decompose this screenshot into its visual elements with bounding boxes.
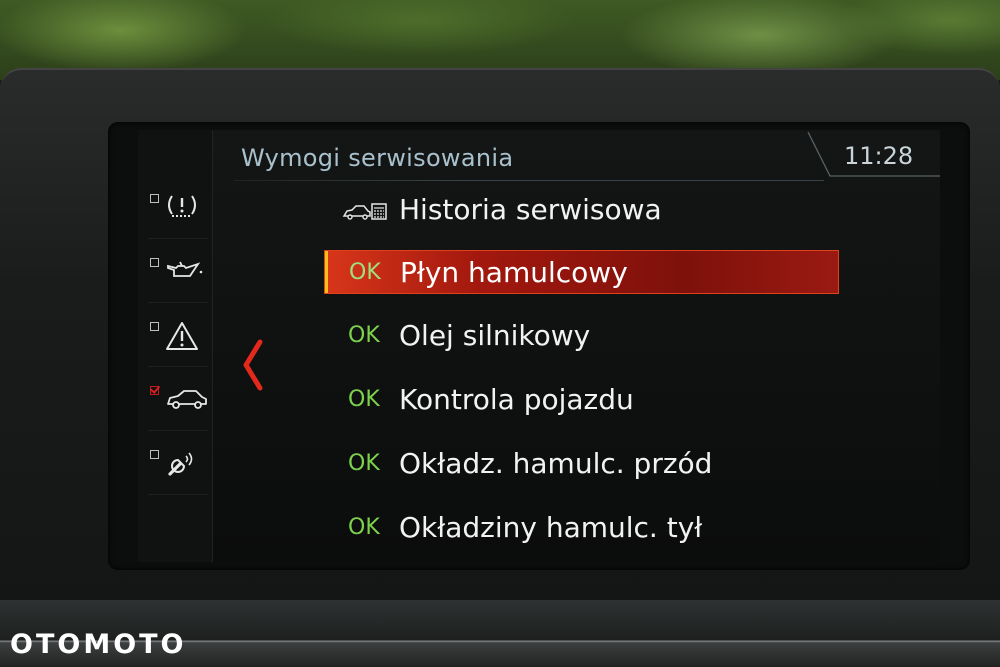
menu-item-label: Okładziny hamulc. tył bbox=[399, 511, 703, 544]
menu-item-rear-brake-pads[interactable]: OK Okładziny hamulc. tył bbox=[324, 506, 839, 550]
watermark-logo: OTOMOTO bbox=[10, 629, 187, 660]
back-chevron-icon[interactable] bbox=[238, 338, 268, 392]
sidebar-item-oil[interactable] bbox=[148, 246, 208, 303]
page-title: Wymogi serwisowania bbox=[241, 144, 514, 172]
menu-item-vehicle-check[interactable]: OK Kontrola pojazdu bbox=[324, 378, 839, 422]
menu-item-brake-fluid[interactable]: OK Płyn hamulcowy bbox=[324, 250, 839, 294]
checkbox bbox=[150, 322, 159, 331]
menu-item-label: Płyn hamulcowy bbox=[400, 256, 628, 289]
sidebar bbox=[138, 130, 213, 562]
car-icon bbox=[167, 390, 207, 409]
status-ok: OK bbox=[348, 387, 380, 412]
sidebar-item-tire-pressure[interactable] bbox=[148, 182, 208, 239]
sidebar-item-vehicle[interactable] bbox=[148, 374, 208, 431]
checkbox bbox=[150, 258, 159, 267]
status-ok: OK bbox=[348, 451, 380, 476]
status-ok: OK bbox=[349, 260, 381, 285]
menu-item-engine-oil[interactable]: OK Olej silnikowy bbox=[324, 314, 839, 358]
menu-item-label: Olej silnikowy bbox=[399, 319, 591, 352]
menu-item-front-brake-pads[interactable]: OK Okładz. hamulc. przód bbox=[324, 442, 839, 486]
wrench-remote-icon bbox=[168, 452, 193, 476]
checkbox bbox=[150, 450, 159, 459]
menu-item-label: Historia serwisowa bbox=[399, 193, 662, 226]
tire-pressure-icon bbox=[168, 195, 196, 217]
status-ok: OK bbox=[348, 323, 380, 348]
service-history-icon bbox=[342, 203, 387, 220]
sidebar-item-teleservice[interactable] bbox=[148, 438, 208, 495]
status-ok: OK bbox=[348, 515, 380, 540]
clock: 11:28 bbox=[844, 142, 914, 170]
sidebar-item-warnings[interactable] bbox=[148, 310, 208, 367]
menu-item-service-history[interactable]: Historia serwisowa bbox=[324, 188, 839, 232]
checkbox-checked bbox=[150, 386, 159, 395]
header-divider bbox=[234, 180, 824, 181]
warning-triangle-icon bbox=[166, 322, 198, 350]
menu-item-label: Okładz. hamulc. przód bbox=[399, 447, 713, 480]
idrive-screen: Wymogi serwisowania 11:28 Historia serwi… bbox=[138, 130, 940, 562]
oil-can-icon bbox=[167, 261, 203, 277]
menu-item-label: Kontrola pojazdu bbox=[399, 383, 634, 416]
checkbox bbox=[150, 194, 159, 203]
